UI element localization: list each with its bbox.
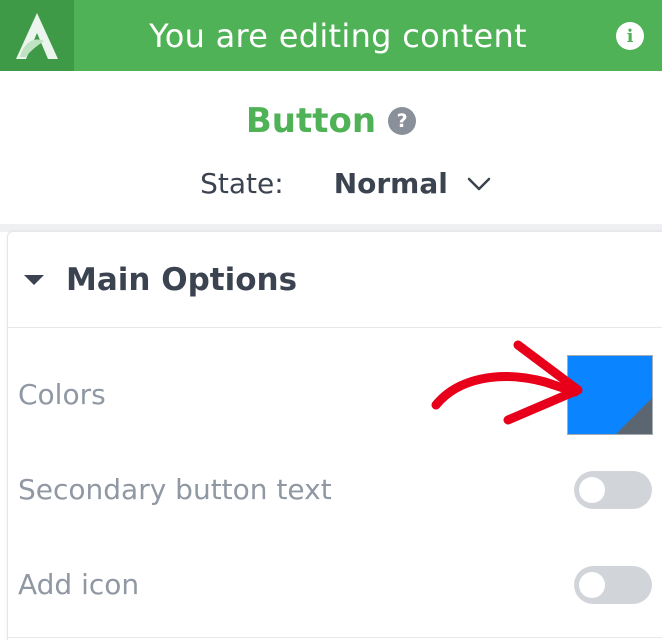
main-options-header[interactable]: Main Options <box>8 232 662 328</box>
element-title: Button <box>245 101 377 141</box>
element-header: Button ? State: Normal <box>0 71 662 231</box>
question-icon[interactable]: ? <box>388 107 417 135</box>
editor-sidebar: You are editing content i Button ? State… <box>0 0 662 640</box>
logo-icon <box>16 12 58 59</box>
state-label: State: <box>200 167 284 200</box>
state-dropdown[interactable]: Normal <box>334 167 492 200</box>
header-title: You are editing content <box>149 16 527 55</box>
add-icon-label: Add icon <box>18 567 140 601</box>
top-header: You are editing content i <box>0 0 662 71</box>
secondary-text-label: Secondary button text <box>18 472 332 506</box>
secondary-text-row: Secondary button text <box>8 459 662 519</box>
caret-down-icon <box>24 274 44 285</box>
colors-label: Colors <box>18 377 106 411</box>
section-title: Main Options <box>66 261 298 298</box>
toggle-knob <box>579 477 605 503</box>
color-picker-swatch[interactable] <box>567 355 653 435</box>
element-title-row: Button ? <box>0 101 662 141</box>
toggle-knob <box>579 572 605 598</box>
add-icon-row: Add icon <box>8 554 662 614</box>
secondary-text-toggle[interactable] <box>574 471 652 509</box>
app-logo[interactable] <box>0 0 74 71</box>
state-row: State: Normal <box>0 167 662 200</box>
state-value: Normal <box>333 167 448 200</box>
colors-row: Colors <box>8 364 662 424</box>
add-icon-toggle[interactable] <box>574 566 652 604</box>
info-icon[interactable]: i <box>616 22 644 50</box>
divider <box>8 637 662 638</box>
swatch-corner <box>616 398 652 434</box>
chevron-down-icon <box>467 177 491 190</box>
options-panel: Main Options Colors Secondary button tex… <box>7 231 662 640</box>
